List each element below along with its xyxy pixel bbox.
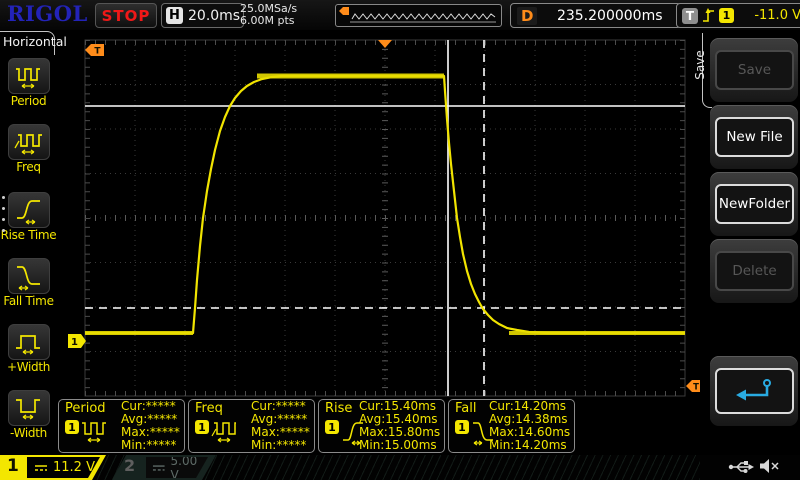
- minus-width-icon: [8, 390, 50, 426]
- svg-text:1: 1: [71, 337, 78, 348]
- trigger-level-value: -11.0 V: [738, 8, 800, 23]
- measurement-period: Period 1 Cur:*****Avg:***** Max:*****Min…: [58, 399, 185, 453]
- new-file-button[interactable]: New File: [710, 105, 798, 169]
- oscilloscope-screen: RIGOL STOP H 20.0ms 25.0MSa/s 6.00M pts …: [0, 0, 800, 480]
- channel2-number: 2: [124, 456, 135, 475]
- sidebar-item-label: Period: [0, 94, 57, 108]
- timebase-value: 20.0ms: [188, 8, 240, 24]
- trigger-info-box: T 1 -11.0 V: [676, 3, 800, 28]
- channel-badge: 1: [455, 420, 469, 434]
- channel-badge: 1: [65, 420, 79, 434]
- sidebar-item-label: Rise Time: [0, 228, 57, 242]
- rise-time-icon: [8, 192, 50, 228]
- horizontal-timebase-box: H 20.0ms: [161, 3, 244, 28]
- trigger-level-marker[interactable]: T: [686, 380, 700, 393]
- period-icon: [80, 416, 112, 446]
- return-arrow-icon: [733, 376, 777, 406]
- plus-width-icon: [8, 324, 50, 360]
- period-icon: [8, 58, 50, 94]
- channel-bar-hatch: [0, 455, 700, 480]
- run-state-indicator: STOP: [95, 3, 157, 28]
- svg-text:T: T: [693, 383, 699, 393]
- waveform-display: T 1 T: [57, 30, 702, 398]
- dc-coupling-icon: [34, 463, 48, 473]
- memory-depth: 6.00M pts: [240, 15, 297, 27]
- delay-value: 235.200000ms: [545, 8, 674, 24]
- new-folder-button[interactable]: NewFolder: [710, 172, 798, 236]
- channel1-scale-box: 11.2 V: [27, 457, 100, 478]
- freq-icon: [8, 124, 50, 160]
- channel-badge: 1: [195, 420, 209, 434]
- waveform-memory-preview[interactable]: [335, 4, 502, 27]
- preview-waveform-icon: [336, 5, 499, 24]
- channel1-level-marker[interactable]: 1: [68, 334, 86, 348]
- sidebar-item-label: Freq: [0, 160, 57, 174]
- right-menu-title: Save: [693, 45, 707, 85]
- trigger-position-arrow[interactable]: [378, 40, 392, 48]
- delay-label: D: [517, 7, 537, 25]
- sidebar-item-label: +Width: [0, 360, 57, 374]
- rising-edge-icon: [702, 7, 715, 24]
- trigger-source-badge: 1: [719, 8, 734, 23]
- acquisition-info: 25.0MSa/s 6.00M pts: [240, 3, 297, 27]
- channel1-number: 1: [7, 456, 19, 476]
- freq-icon: [210, 416, 242, 446]
- svg-text:T: T: [94, 47, 101, 57]
- fall-time-icon: [8, 258, 50, 294]
- usb-icon: [728, 459, 754, 475]
- trigger-delay-box: D 235.200000ms: [510, 3, 681, 28]
- rigol-logo: RIGOL: [7, 1, 88, 26]
- measurement-fall: Fall 1 Cur:14.20msAvg:14.38ms Max:14.60m…: [448, 399, 575, 453]
- measurement-rise: Rise 1 Cur:15.40msAvg:15.40ms Max:15.80m…: [318, 399, 445, 453]
- channel-badge: 1: [325, 420, 339, 434]
- dc-coupling-icon: [152, 463, 166, 473]
- sidebar-item-label: -Width: [0, 426, 57, 440]
- trigger-label: T: [682, 8, 698, 24]
- channel1-scale-value: 11.2 V: [53, 460, 95, 475]
- channel1-waveform-trace: [85, 76, 685, 333]
- delete-button[interactable]: Delete: [710, 239, 798, 303]
- sidebar-item-label: Fall Time: [0, 294, 57, 308]
- return-button[interactable]: [710, 356, 798, 426]
- save-button[interactable]: Save: [710, 38, 798, 102]
- horizontal-label: H: [166, 7, 183, 24]
- menu-scroll-indicator: [2, 196, 5, 232]
- measurement-freq: Freq 1 Cur:*****Avg:***** Max:*****Min:*…: [188, 399, 315, 453]
- speaker-muted-icon: [758, 457, 780, 475]
- trigger-position-offscreen-marker[interactable]: T: [85, 44, 104, 57]
